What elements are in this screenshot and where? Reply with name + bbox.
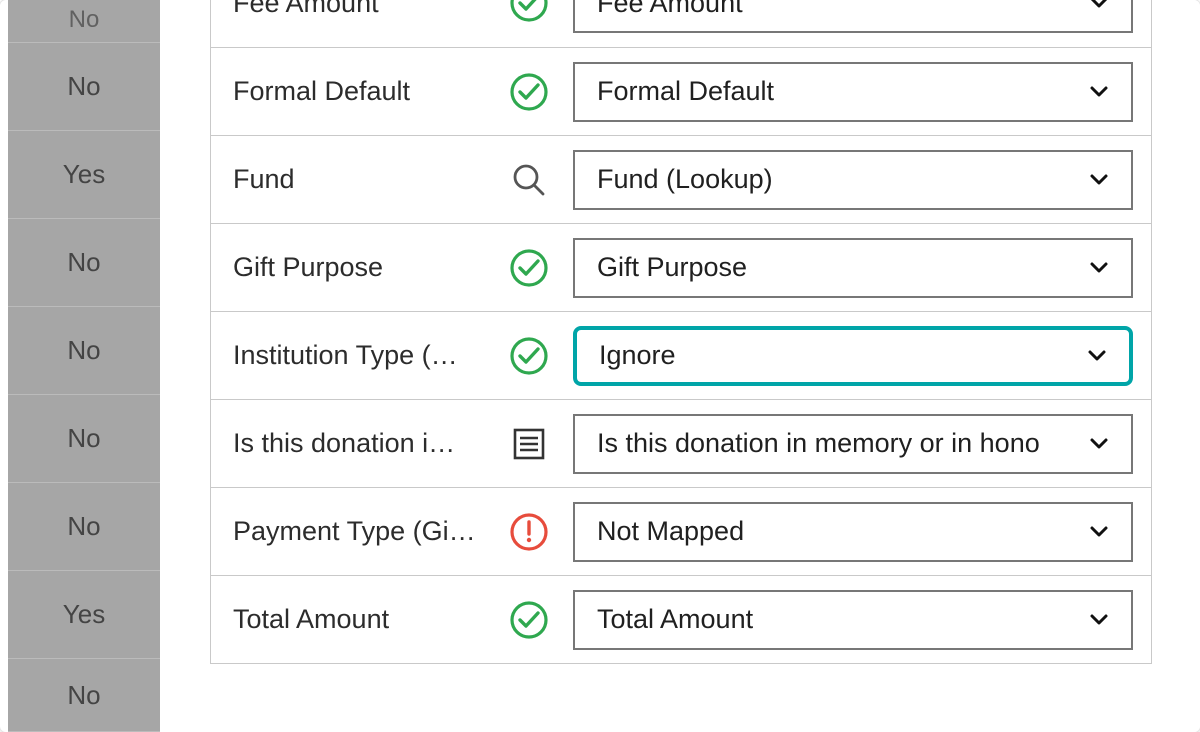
mapping-row: Payment Type (Gi… Not Mapped [211,487,1151,575]
mapping-table: Fee AmountFee AmountFormal DefaultFormal… [210,0,1152,664]
mapping-dropdown[interactable]: Fee Amount [573,0,1133,33]
check-icon [505,68,553,116]
mapping-row: Is this donation i… Is this donation in m… [211,399,1151,487]
mapping-dropdown[interactable]: Fund (Lookup) [573,150,1133,210]
search-icon [505,156,553,204]
mapping-dropdown[interactable]: Not Mapped [573,502,1133,562]
bg-cell: No [8,0,160,42]
chevron-down-icon [1089,522,1109,542]
mapping-row: Fee Amount Fee Amount [211,0,1151,47]
chevron-down-icon [1089,82,1109,102]
chevron-down-icon [1089,258,1109,278]
field-label: Fund [233,164,505,195]
dropdown-value: Not Mapped [597,516,744,547]
mapping-dropdown[interactable]: Formal Default [573,62,1133,122]
mapping-row: Formal Default Formal Default [211,47,1151,135]
field-label: Is this donation i… [233,428,505,459]
chevron-down-icon [1089,0,1109,13]
dropdown-value: Is this donation in memory or in hono [597,428,1040,459]
list-icon [505,420,553,468]
bg-cell: No [8,394,160,482]
dropdown-value: Total Amount [597,604,753,635]
field-label: Gift Purpose [233,252,505,283]
bg-cell: Yes [8,570,160,658]
check-icon [505,332,553,380]
mapping-dropdown[interactable]: Total Amount [573,590,1133,650]
field-label: Formal Default [233,76,505,107]
chevron-down-icon [1089,610,1109,630]
check-icon [505,596,553,644]
field-label: Fee Amount [233,0,505,19]
background-column: No No Yes No No No No Yes No [8,0,160,732]
dropdown-value: Fee Amount [597,0,743,19]
check-icon [505,244,553,292]
field-label: Institution Type (… [233,340,505,371]
mapping-dropdown[interactable]: Ignore [573,326,1133,386]
chevron-down-icon [1089,434,1109,454]
bg-cell: No [8,218,160,306]
dropdown-value: Fund (Lookup) [597,164,773,195]
mapping-panel: Fee AmountFee AmountFormal DefaultFormal… [160,0,1200,732]
mapping-row: Total Amount Total Amount [211,575,1151,663]
dropdown-value: Formal Default [597,76,774,107]
bg-cell: No [8,482,160,570]
bg-cell: No [8,42,160,130]
bg-cell: No [8,306,160,394]
bg-cell: No [8,658,160,732]
mapping-row: Institution Type (… Ignore [211,311,1151,399]
mapping-dropdown[interactable]: Is this donation in memory or in hono [573,414,1133,474]
alert-icon [505,508,553,556]
window-frame: No No Yes No No No No Yes No Fee AmountF… [0,0,1200,732]
mapping-dropdown[interactable]: Gift Purpose [573,238,1133,298]
mapping-row: Gift Purpose Gift Purpose [211,223,1151,311]
dropdown-value: Gift Purpose [597,252,747,283]
field-label: Payment Type (Gi… [233,516,505,547]
check-icon [505,0,553,27]
chevron-down-icon [1089,170,1109,190]
dropdown-value: Ignore [599,340,676,371]
chevron-down-icon [1087,346,1107,366]
field-label: Total Amount [233,604,505,635]
mapping-row: Fund Fund (Lookup) [211,135,1151,223]
bg-cell: Yes [8,130,160,218]
